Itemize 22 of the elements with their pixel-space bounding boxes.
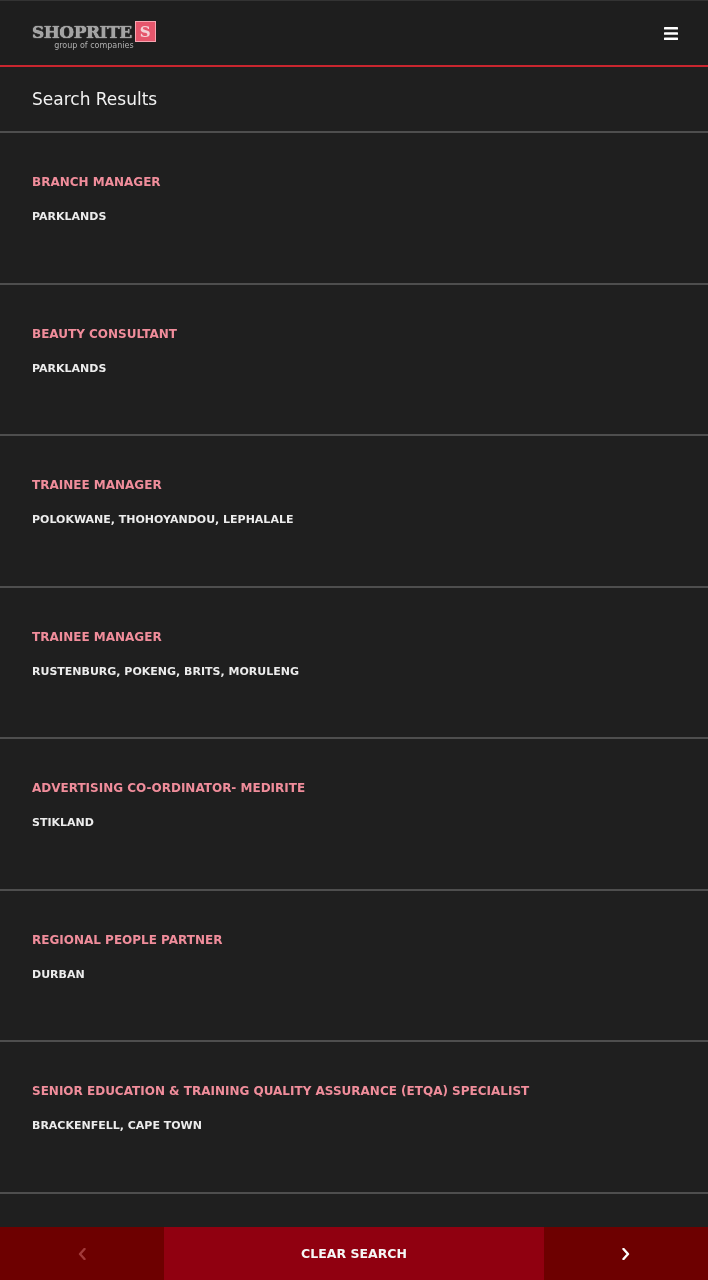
job-location: PARKLANDS [32, 209, 107, 225]
job-title-link[interactable]: TRAINEE MANAGER [32, 628, 162, 646]
menu-button[interactable] [662, 25, 680, 41]
job-title-link[interactable]: BEAUTY CONSULTANT [32, 325, 177, 343]
job-title-link[interactable]: BRANCH MANAGER [32, 174, 161, 191]
job-location: RUSTENBURG, POKENG, BRITS, MORULENG [32, 663, 299, 680]
job-location: BRACKENFELL, CAPE TOWN [32, 1118, 202, 1134]
job-title-link[interactable]: SENIOR EDUCATION & TRAINING QUALITY ASSURANCE (ETQA) SPECIALIST [32, 1083, 530, 1100]
job-location: PARKLANDS [32, 360, 107, 377]
logo-badge: S [134, 21, 156, 42]
next-page-button[interactable] [544, 1227, 708, 1280]
logo-tagline: group of companies [54, 41, 134, 51]
job-title-link[interactable]: TRAINEE MANAGER [32, 477, 162, 494]
job-location: DURBAN [32, 966, 85, 983]
job-location: POLOKWANE, THOHOYANDOU, LEPHALALE [32, 512, 294, 528]
job-location: STIKLAND [32, 815, 94, 831]
clear-search-button[interactable]: CLEAR SEARCH [164, 1227, 544, 1280]
job-title-link[interactable]: REGIONAL PEOPLE PARTNER [32, 931, 223, 949]
job-title-link[interactable]: ADVERTISING CO-ORDINATOR- MEDIRITE [32, 780, 306, 797]
logo-wordmark: SHOPRITE [32, 21, 132, 42]
menu-icon [664, 26, 678, 40]
page-title: Search Results [32, 89, 158, 109]
